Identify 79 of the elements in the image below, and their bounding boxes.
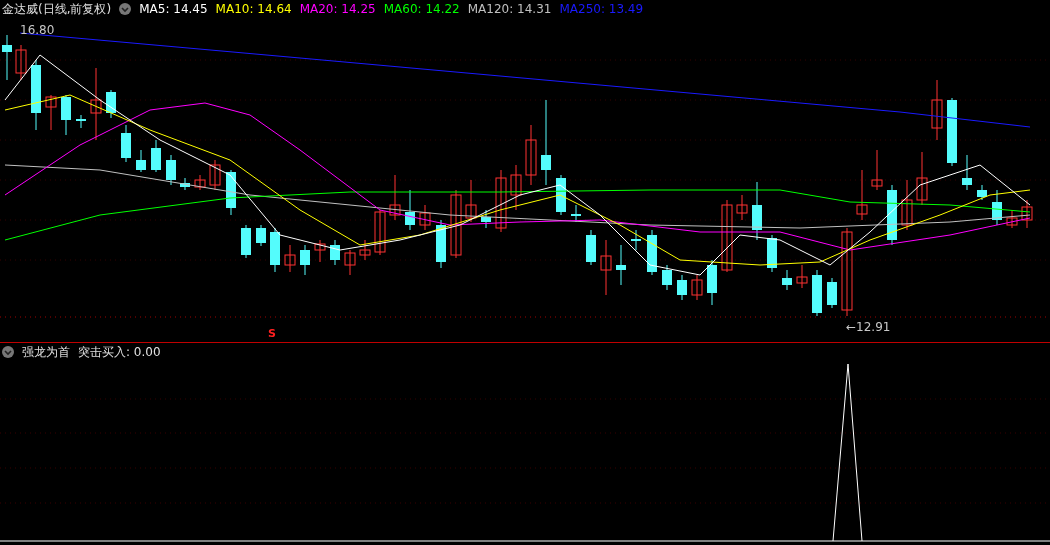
- candlestick: [31, 59, 41, 131]
- candlestick: [194, 174, 206, 191]
- candlestick: [556, 174, 566, 216]
- candlestick: [931, 79, 943, 141]
- candlestick: [314, 239, 326, 263]
- candlestick: [61, 94, 71, 136]
- candlestick: [481, 209, 491, 229]
- candlestick: [405, 189, 415, 231]
- candlestick: [1021, 199, 1033, 229]
- candlestick: [45, 94, 57, 131]
- candlestick: [962, 154, 972, 191]
- moving-average-legend: MA20: 14.25: [299, 2, 376, 16]
- candlestick: [495, 169, 507, 233]
- candlestick: [121, 124, 131, 163]
- candlestick: [450, 189, 462, 259]
- candlestick: [510, 164, 522, 211]
- candlestick: [106, 89, 116, 119]
- candlestick: [359, 239, 371, 261]
- candlestick: [151, 139, 161, 173]
- indicator-reading: 突击买入: 0.00: [78, 343, 161, 361]
- candlestick: [600, 239, 612, 296]
- low-price-label: ←12.91: [846, 320, 891, 334]
- candlestick: [616, 244, 626, 286]
- candlestick: [901, 179, 913, 231]
- candlestick: [752, 181, 762, 241]
- candlestick: [977, 184, 987, 201]
- candlestick: [300, 244, 310, 276]
- candlestick: [647, 229, 657, 276]
- candlestick: [916, 151, 928, 206]
- candlestick: [226, 169, 236, 216]
- candlestick: [465, 179, 477, 223]
- candlestick: [180, 177, 190, 191]
- candlestick: [256, 224, 266, 247]
- candlestick: [767, 234, 777, 273]
- candlestick: [209, 159, 221, 191]
- candlestick: [389, 174, 401, 221]
- candlestick: [856, 169, 868, 221]
- moving-average-legend: MA120: 14.31: [467, 2, 552, 16]
- candlestick: [136, 149, 146, 173]
- candlestick: [15, 44, 27, 81]
- candlestick: [76, 114, 86, 129]
- candlestick: [374, 209, 386, 256]
- moving-average-legend: MA5: 14.45: [139, 2, 208, 16]
- candlestick: [436, 219, 446, 269]
- candlestick: [782, 269, 792, 291]
- candlestick: [284, 244, 296, 273]
- candlestick: [270, 227, 280, 273]
- candlestick: [1006, 209, 1018, 229]
- candlestick: [812, 269, 822, 317]
- dropdown-icon[interactable]: [2, 346, 14, 358]
- indicator-title: 强龙为首: [22, 343, 70, 361]
- candlestick: [947, 97, 957, 167]
- signal-marker: S: [268, 327, 276, 340]
- candlestick: [631, 229, 641, 251]
- candlestick: [330, 239, 340, 266]
- chart-title: 金达威(日线,前复权): [2, 0, 112, 18]
- candlestick: [992, 189, 1002, 226]
- candlestick: [707, 259, 717, 306]
- candlestick: [344, 249, 356, 276]
- candlestick: [586, 229, 596, 266]
- moving-average-legend: MA10: 14.64: [215, 2, 292, 16]
- dropdown-icon[interactable]: [119, 3, 132, 15]
- candlestick: [887, 184, 897, 246]
- candlestick: [525, 124, 537, 186]
- candlestick: [419, 204, 431, 231]
- candlestick: [691, 274, 703, 301]
- candlestick: [736, 194, 748, 221]
- candlestick: [166, 154, 176, 186]
- high-price-label: 16.80: [20, 23, 55, 37]
- candlestick: [662, 264, 672, 291]
- candlestick: [796, 264, 808, 289]
- moving-average-legend: MA250: 13.49: [559, 2, 644, 16]
- candlestick: [871, 149, 883, 191]
- candlestick: [677, 274, 687, 301]
- candlestick: [2, 34, 12, 81]
- candlestick: [827, 277, 837, 309]
- moving-average-legend: MA60: 14.22: [383, 2, 460, 16]
- candlestick: [571, 204, 581, 223]
- candlestick: [241, 224, 251, 259]
